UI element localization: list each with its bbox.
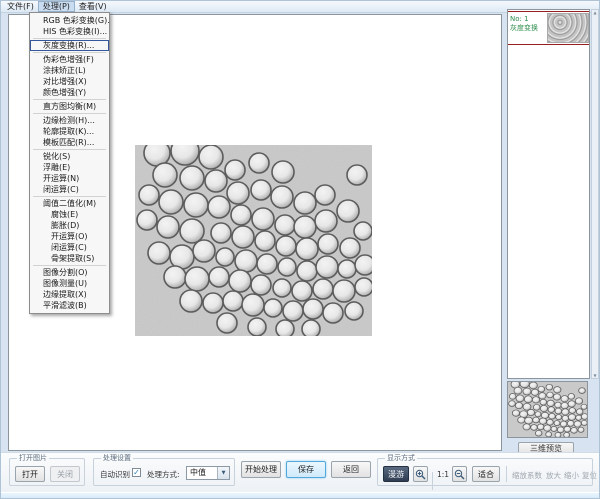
method-label: 处理方式: xyxy=(147,469,180,480)
status-bar xyxy=(1,492,600,499)
menu-item[interactable]: 图像测量(U) xyxy=(30,278,109,289)
combo-dropdown-icon[interactable]: ▼ xyxy=(217,467,229,479)
menu-item[interactable]: 骨架提取(S) xyxy=(30,253,109,264)
zoom-out-button[interactable] xyxy=(452,466,467,482)
menu-item[interactable]: HIS 色彩变换(I)... xyxy=(30,26,109,37)
bottom-toolbar: 打开图片 打开 关闭 处理设置 自动识别 ✓ 处理方式: 中值 ▼ 开始处理 保… xyxy=(1,452,600,493)
open-image-button[interactable]: 打开 xyxy=(15,466,45,482)
result-list[interactable]: No: 1 灰度变换 xyxy=(507,9,590,379)
close-image-button[interactable]: 关闭 xyxy=(50,466,80,482)
method-value: 中值 xyxy=(190,468,206,477)
menu-separator xyxy=(33,99,106,100)
menu-item[interactable]: 颜色增强(Y) xyxy=(30,87,109,98)
fit-view-button[interactable]: 适合 xyxy=(472,466,500,482)
menu-view[interactable]: 查看(V) xyxy=(75,2,111,12)
menu-separator xyxy=(33,149,106,150)
preview-panel xyxy=(507,381,588,438)
menu-item[interactable]: 开运算(O) xyxy=(30,231,109,242)
menu-file[interactable]: 文件(F) xyxy=(3,2,38,12)
menu-item[interactable]: 轮廓提取(K)... xyxy=(30,126,109,137)
app-window: 文件(F) 处理(P) 查看(V) RGB 色彩变换(G)...HIS 色彩变换… xyxy=(0,0,600,499)
open-group-label: 打开图片 xyxy=(17,455,49,462)
scroll-up-icon[interactable]: ▲ xyxy=(592,10,598,15)
zoom-in-label: 放大 xyxy=(546,470,561,481)
menu-item[interactable]: RGB 色彩变换(G)... xyxy=(30,15,109,26)
menu-separator xyxy=(33,113,106,114)
display-mode-group: 显示方式 漫游 1:1 适合 缩放系数 xyxy=(377,455,593,486)
menu-item[interactable]: 涂抹矫正(L) xyxy=(30,65,109,76)
reset-label: 复位 xyxy=(582,470,597,481)
scroll-down-icon[interactable]: ▼ xyxy=(592,373,598,378)
zoom-out-label: 缩小 xyxy=(564,470,579,481)
particle-image xyxy=(135,145,372,336)
menu-item[interactable]: 浮雕(E) xyxy=(30,162,109,173)
menu-separator xyxy=(33,38,106,39)
process-settings-group: 处理设置 自动识别 ✓ 处理方式: 中值 ▼ xyxy=(93,455,235,486)
magnifier-plus-icon xyxy=(415,469,426,480)
menu-item[interactable]: 边缘提取(X) xyxy=(30,289,109,300)
menu-item[interactable]: 平滑滤波(B) xyxy=(30,300,109,311)
process-dropdown-menu: RGB 色彩变换(G)...HIS 色彩变换(I)... 灰度变换(R)... 伪彩… xyxy=(29,12,110,314)
method-combobox[interactable]: 中值 ▼ xyxy=(186,466,230,480)
save-button[interactable]: 保存 xyxy=(286,461,326,478)
menu-item[interactable]: 图像分割(O) xyxy=(30,267,109,278)
menu-item[interactable]: 膨胀(D) xyxy=(30,220,109,231)
result-item-labels: No: 1 灰度变换 xyxy=(508,12,547,44)
menu-item[interactable]: 直方图均衡(M) xyxy=(30,101,109,112)
menu-item[interactable]: 阈值二值化(M) xyxy=(30,198,109,209)
result-name-label: 灰度变换 xyxy=(510,24,546,33)
result-list-scrollbar[interactable]: ▲ ▼ xyxy=(591,9,599,379)
menu-item[interactable]: 伪彩色增强(F) xyxy=(30,54,109,65)
actual-size-button[interactable]: 1:1 xyxy=(437,470,449,479)
menu-item[interactable]: 闭运算(C) xyxy=(30,184,109,195)
magnifier-minus-icon xyxy=(454,469,465,480)
menu-separator xyxy=(33,265,106,266)
zoom-in-button[interactable] xyxy=(413,466,428,482)
menu-process[interactable]: 处理(P) xyxy=(38,1,75,12)
menu-item[interactable]: 腐蚀(E) xyxy=(30,209,109,220)
menu-item[interactable]: 边缘检测(H)... xyxy=(30,115,109,126)
result-thumbnail xyxy=(547,13,589,43)
scale-factor-label: 缩放系数 xyxy=(512,470,542,481)
menu-item[interactable]: 闭运算(C) xyxy=(30,242,109,253)
process-group-label: 处理设置 xyxy=(101,455,133,462)
menu-separator xyxy=(33,52,106,53)
menu-item[interactable]: 锐化(S) xyxy=(30,151,109,162)
roam-button[interactable]: 漫游 xyxy=(383,466,409,482)
menu-item[interactable]: 对比增强(X) xyxy=(30,76,109,87)
auto-detect-label: 自动识别 xyxy=(100,469,130,480)
menu-item[interactable]: 开运算(N) xyxy=(30,173,109,184)
auto-detect-checkbox[interactable]: ✓ xyxy=(132,468,141,477)
result-list-item[interactable]: No: 1 灰度变换 xyxy=(508,11,589,45)
start-process-button[interactable]: 开始处理 xyxy=(241,461,281,478)
menu-item[interactable]: 模板匹配(R)... xyxy=(30,137,109,148)
menu-item[interactable]: 灰度变换(R)... xyxy=(30,40,109,51)
preview-thumbnail-image xyxy=(508,382,587,437)
menu-separator xyxy=(33,196,106,197)
back-button[interactable]: 返回 xyxy=(331,461,371,478)
display-group-label: 显示方式 xyxy=(385,455,417,462)
open-image-group: 打开图片 打开 关闭 xyxy=(9,455,85,486)
